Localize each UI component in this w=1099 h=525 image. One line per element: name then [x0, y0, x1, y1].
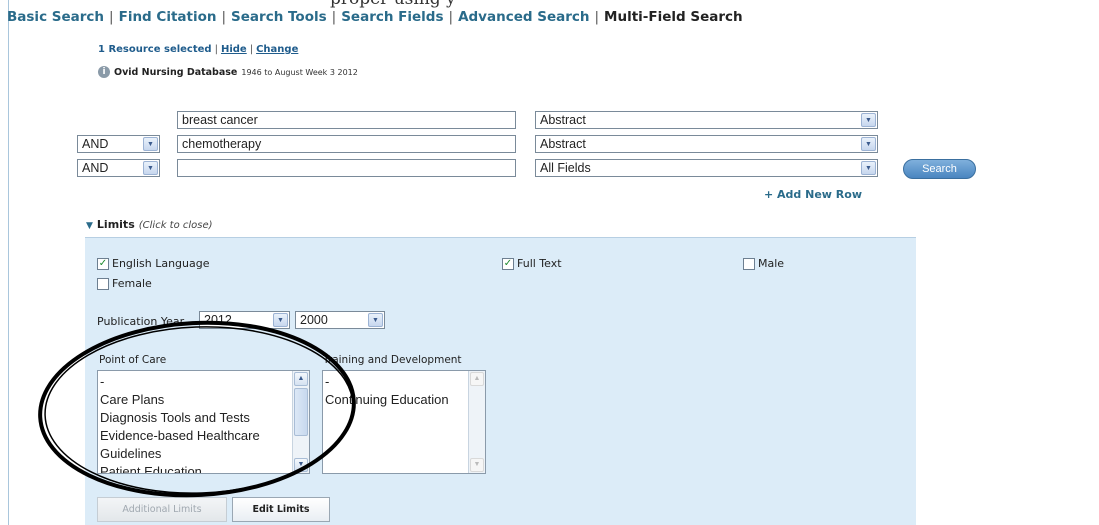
- list-item[interactable]: Patient Education: [100, 463, 309, 473]
- scroll-down-icon: ▼: [470, 458, 484, 472]
- clipped-heading-text: proper using y: [330, 0, 456, 9]
- publication-year-label: Publication Year: [97, 315, 185, 328]
- field-select-1[interactable]: Abstract ▼: [535, 111, 878, 129]
- chevron-down-icon[interactable]: ▼: [861, 137, 876, 151]
- field-select-value: Abstract: [540, 137, 586, 151]
- info-icon[interactable]: i: [98, 66, 110, 78]
- checkbox-unchecked-icon[interactable]: [743, 257, 755, 270]
- list-item[interactable]: Care Plans: [100, 391, 309, 409]
- checkbox-checked-icon[interactable]: ✓: [97, 257, 109, 270]
- triangle-down-icon: ▼: [86, 221, 93, 231]
- year-from-value: 2012: [204, 313, 232, 327]
- checkbox-full-text[interactable]: ✓ Full Text: [502, 257, 562, 270]
- nav-find-citation[interactable]: Find Citation: [119, 9, 217, 25]
- checkbox-english-language[interactable]: ✓ English Language: [97, 257, 210, 270]
- resource-separator: |: [249, 44, 254, 55]
- publication-year-from-select[interactable]: 2012 ▼: [199, 311, 290, 329]
- field-select-3[interactable]: All Fields ▼: [535, 159, 878, 177]
- checkbox-label: Female: [112, 277, 152, 290]
- search-term-input-1[interactable]: breast cancer: [177, 111, 516, 129]
- resource-count: 1 Resource selected: [98, 44, 212, 55]
- year-to-value: 2000: [300, 313, 328, 327]
- top-navigation: Basic Search | Find Citation | Search Tools |…: [7, 9, 743, 25]
- database-line: i Ovid Nursing Database 1946 to August W…: [98, 66, 358, 78]
- checkbox-female[interactable]: Female: [97, 277, 152, 290]
- scroll-up-icon: ▲: [470, 372, 484, 386]
- nav-advanced-search[interactable]: Advanced Search: [458, 9, 589, 25]
- resource-selection-line: 1 Resource selected | Hide | Change: [98, 44, 298, 55]
- hide-link[interactable]: Hide: [221, 44, 247, 55]
- nav-basic-search[interactable]: Basic Search: [7, 9, 104, 25]
- checkbox-label: Male: [758, 257, 785, 270]
- limits-heading: Limits: [96, 218, 135, 231]
- listbox-scrollbar: ▲ ▼: [468, 371, 485, 473]
- checkbox-checked-icon[interactable]: ✓: [502, 257, 514, 270]
- chevron-down-icon[interactable]: ▼: [861, 161, 876, 175]
- publication-year-to-select[interactable]: 2000 ▼: [295, 311, 385, 329]
- search-term-input-2[interactable]: chemotherapy: [177, 135, 516, 153]
- scroll-up-icon[interactable]: ▲: [294, 372, 308, 386]
- search-button[interactable]: Search: [903, 159, 976, 179]
- chevron-down-icon[interactable]: ▼: [143, 137, 158, 151]
- operator-value: AND: [82, 161, 109, 175]
- nav-separator: |: [448, 9, 454, 25]
- training-development-listbox[interactable]: - Continuing Education ▲ ▼: [322, 370, 486, 474]
- checkbox-label: English Language: [112, 257, 210, 270]
- point-of-care-listbox[interactable]: - Care Plans Diagnosis Tools and Tests E…: [97, 370, 310, 474]
- operator-value: AND: [82, 137, 109, 151]
- scroll-down-icon[interactable]: ▼: [294, 458, 308, 472]
- chevron-down-icon[interactable]: ▼: [143, 161, 158, 175]
- additional-limits-button: Additional Limits: [97, 497, 227, 522]
- database-date-range: 1946 to August Week 3 2012: [241, 67, 358, 77]
- boolean-operator-select-3[interactable]: AND ▼: [77, 159, 160, 177]
- point-of-care-label: Point of Care: [99, 354, 167, 366]
- chevron-down-icon[interactable]: ▼: [273, 313, 288, 327]
- nav-separator: |: [594, 9, 600, 25]
- add-new-row-link[interactable]: + Add New Row: [764, 188, 862, 201]
- edit-limits-button[interactable]: Edit Limits: [232, 497, 330, 522]
- nav-separator: |: [331, 9, 337, 25]
- checkbox-unchecked-icon[interactable]: [97, 277, 109, 290]
- left-border-line: [8, 0, 9, 525]
- field-select-2[interactable]: Abstract ▼: [535, 135, 878, 153]
- nav-search-tools[interactable]: Search Tools: [231, 9, 327, 25]
- training-development-label: Training and Development: [323, 354, 462, 366]
- scrollbar-thumb[interactable]: [294, 388, 308, 436]
- chevron-down-icon[interactable]: ▼: [368, 313, 383, 327]
- change-link[interactable]: Change: [256, 44, 298, 55]
- list-item[interactable]: Evidence-based Healthcare: [100, 427, 309, 445]
- list-item[interactable]: -: [100, 373, 309, 391]
- list-item[interactable]: Guidelines: [100, 445, 309, 463]
- chevron-down-icon[interactable]: ▼: [861, 113, 876, 127]
- checkbox-label: Full Text: [517, 257, 562, 270]
- nav-multi-field-search[interactable]: Multi-Field Search: [604, 9, 743, 25]
- limits-toggle[interactable]: ▼ Limits (Click to close): [86, 218, 213, 231]
- list-item[interactable]: Continuing Education: [325, 391, 485, 409]
- limits-hint: (Click to close): [138, 220, 213, 231]
- database-name: Ovid Nursing Database: [114, 66, 238, 78]
- list-item[interactable]: -: [325, 373, 485, 391]
- nav-separator: |: [109, 9, 114, 25]
- listbox-scrollbar[interactable]: ▲ ▼: [292, 371, 309, 473]
- field-select-value: All Fields: [540, 161, 591, 175]
- field-select-value: Abstract: [540, 113, 586, 127]
- resource-separator: |: [214, 44, 218, 55]
- boolean-operator-select-2[interactable]: AND ▼: [77, 135, 160, 153]
- checkbox-male[interactable]: Male: [743, 257, 784, 270]
- nav-separator: |: [221, 9, 227, 25]
- nav-search-fields[interactable]: Search Fields: [341, 9, 443, 25]
- list-item[interactable]: Diagnosis Tools and Tests: [100, 409, 309, 427]
- search-term-input-3[interactable]: [177, 159, 516, 177]
